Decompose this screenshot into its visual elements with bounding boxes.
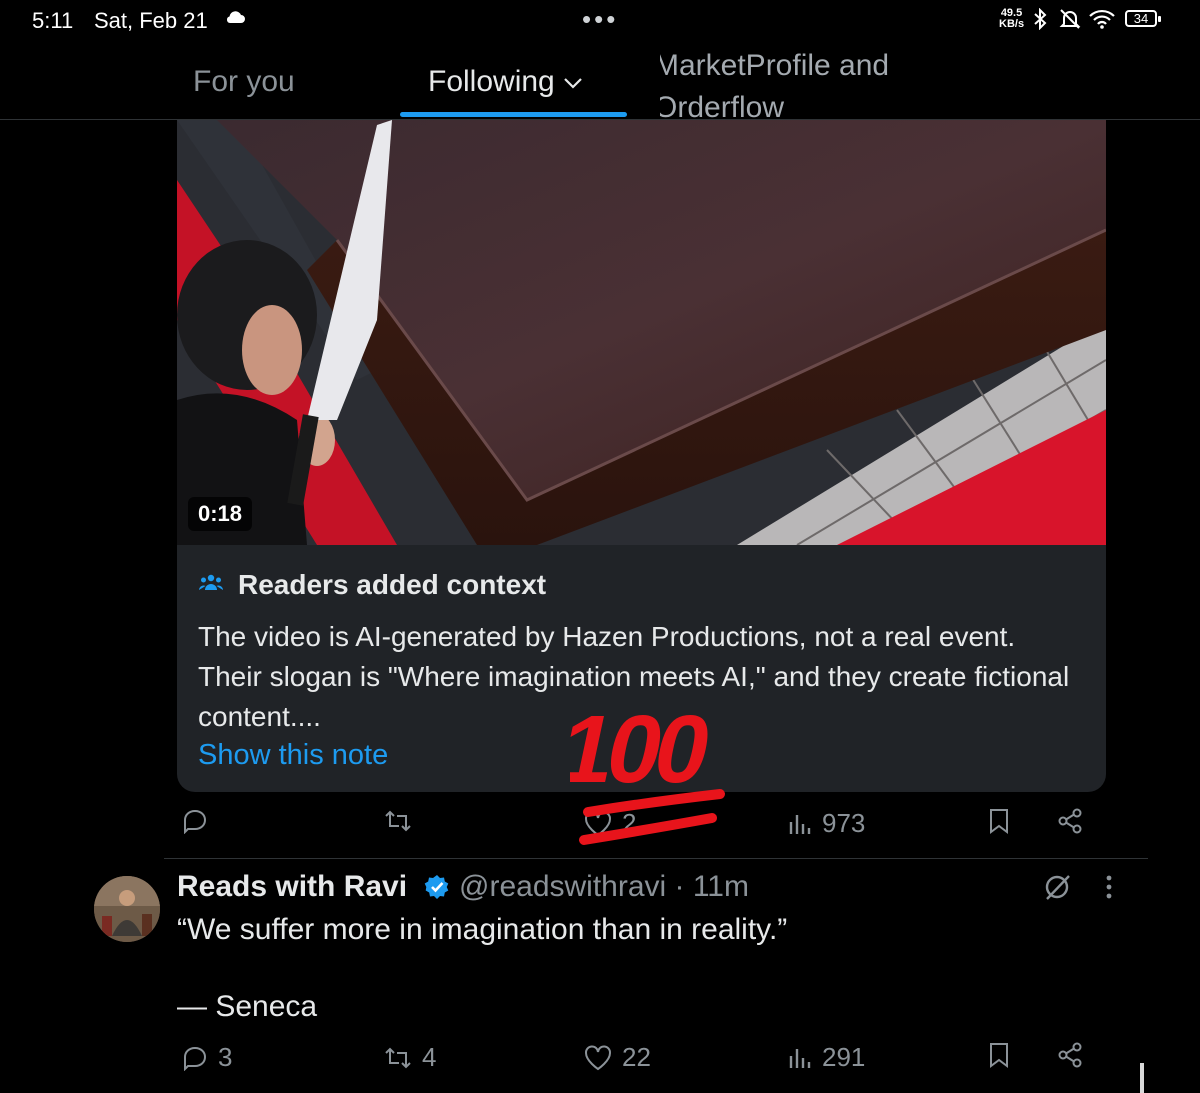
battery-indicator: 34 xyxy=(1125,10,1161,27)
views-icon xyxy=(789,814,811,834)
tab-for-you[interactable]: For you xyxy=(193,65,295,99)
views-button[interactable]: 973 xyxy=(788,808,865,839)
status-bar: 5:11 Sat, Feb 21 ••• 49.5 KB/s 34 xyxy=(0,0,1200,42)
avatar[interactable] xyxy=(94,876,160,942)
tab-list-marketprofile[interactable]: MarketProfile and Orderflow xyxy=(660,45,940,129)
reply-button[interactable] xyxy=(182,808,218,834)
like-button[interactable]: 22 xyxy=(584,1042,651,1073)
bell-muted-icon xyxy=(1059,8,1081,35)
repost-button[interactable]: 4 xyxy=(384,1042,436,1073)
bookmark-icon xyxy=(990,809,1008,834)
tweet-signature: — Seneca xyxy=(177,990,318,1023)
tweet-text: “We suffer more in imagination than in r… xyxy=(177,913,788,946)
active-tab-indicator xyxy=(400,112,627,117)
tab-following-label: Following xyxy=(428,65,555,98)
grok-icon[interactable] xyxy=(1043,873,1071,906)
reply-icon xyxy=(184,809,207,834)
author-handle-time: @readswithravi · 11m xyxy=(459,870,749,903)
more-options-icon[interactable] xyxy=(1105,874,1113,900)
network-speed: 49.5 KB/s xyxy=(999,7,1025,30)
tweet-video[interactable] xyxy=(177,120,1106,545)
bluetooth-icon xyxy=(1033,7,1047,35)
video-frame xyxy=(177,120,1106,545)
share-icon xyxy=(1058,1042,1082,1068)
repost-icon xyxy=(385,1047,411,1068)
hundred-emoji-text: 100 xyxy=(570,695,717,803)
reply-button[interactable]: 3 xyxy=(182,1042,232,1073)
tweet2-action-bar: 3 4 22 291 xyxy=(0,1042,1200,1082)
tweet-divider xyxy=(164,858,1148,859)
scrollbar[interactable] xyxy=(1140,1063,1144,1093)
share-icon xyxy=(1058,808,1082,834)
repost-button[interactable] xyxy=(384,808,422,834)
views-button[interactable]: 291 xyxy=(788,1042,865,1073)
bookmark-button[interactable] xyxy=(988,1042,1010,1068)
people-icon xyxy=(199,573,223,598)
reply-icon xyxy=(184,1046,207,1071)
timeline-tabs: For you Following MarketProfile and Orde… xyxy=(0,42,1200,124)
show-note-link[interactable]: Show this note xyxy=(198,739,388,772)
views-icon xyxy=(789,1048,811,1068)
share-button[interactable] xyxy=(1057,1042,1083,1068)
bookmark-button[interactable] xyxy=(988,808,1010,834)
status-date: Sat, Feb 21 xyxy=(94,8,208,33)
note-title: Readers added context xyxy=(238,569,547,600)
author-name[interactable]: Reads with Ravi xyxy=(177,870,407,904)
bookmark-icon xyxy=(990,1043,1008,1068)
cloud-icon xyxy=(225,10,245,29)
share-button[interactable] xyxy=(1057,808,1083,834)
hundred-emoji: 100 xyxy=(550,690,730,865)
chevron-down-icon xyxy=(563,78,582,89)
status-time: 5:11 xyxy=(32,8,74,33)
more-dots-icon[interactable]: ••• xyxy=(582,4,618,35)
repost-icon xyxy=(385,810,411,832)
video-duration: 0:18 xyxy=(188,497,253,531)
heart-icon xyxy=(585,1045,611,1070)
tab-following[interactable]: Following xyxy=(428,65,583,99)
wifi-icon xyxy=(1088,9,1116,34)
verified-badge-icon xyxy=(424,874,450,905)
